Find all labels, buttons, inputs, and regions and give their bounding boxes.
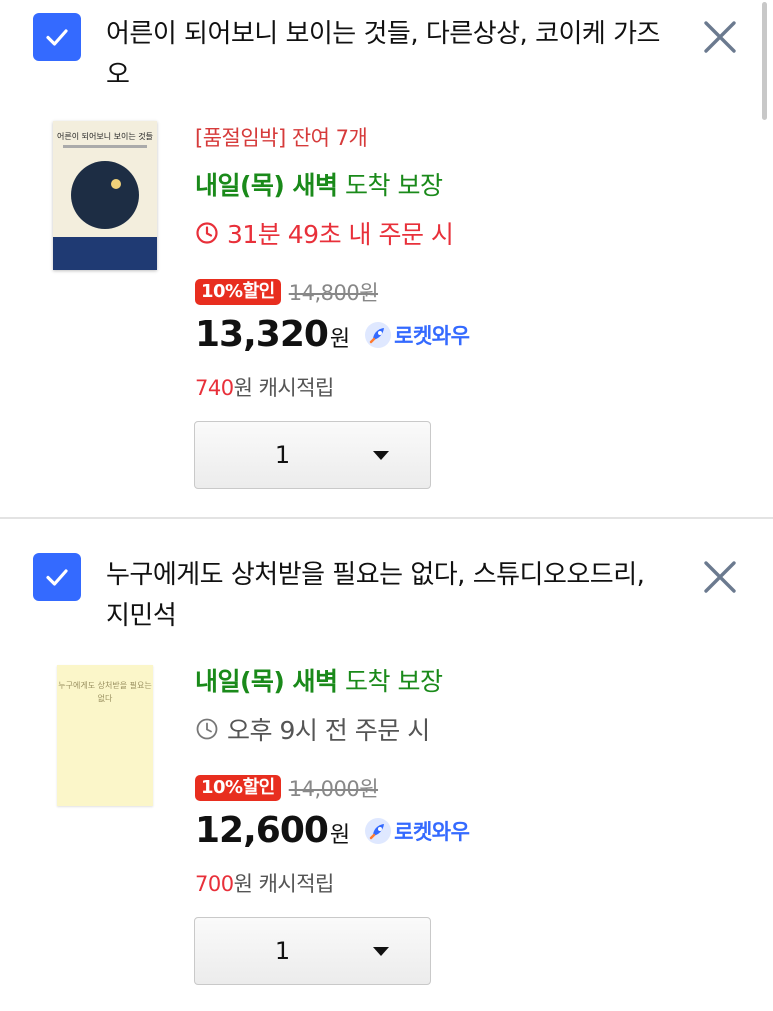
quantity-select[interactable]: 1 bbox=[194, 421, 431, 489]
stock-notice: [품절임박] 잔여 7개 bbox=[195, 126, 368, 150]
product-title[interactable]: 누구에게도 상처받을 필요는 없다, 스튜디오오드리, 지민석 bbox=[106, 555, 666, 637]
cover-subtitle-bar bbox=[63, 145, 147, 148]
original-price: 14,800원 bbox=[288, 281, 379, 305]
cashback-info: 740원 캐시적립 bbox=[195, 372, 334, 402]
delivery-date: 내일(목) 새벽 bbox=[195, 171, 338, 200]
check-icon bbox=[46, 569, 68, 586]
price-row: 12,600 원 로켓와우 bbox=[195, 810, 470, 851]
scrollbar[interactable] bbox=[762, 2, 767, 120]
membership-badge: 로켓와우 bbox=[364, 816, 470, 846]
cashback-info: 700원 캐시적립 bbox=[195, 868, 334, 898]
currency-unit: 원 bbox=[329, 327, 351, 352]
quantity-select[interactable]: 1 bbox=[194, 917, 431, 985]
cover-moon bbox=[111, 179, 121, 189]
currency-unit: 원 bbox=[329, 823, 351, 848]
product-title[interactable]: 어른이 되어보니 보이는 것들, 다른상상, 코이케 가즈오 bbox=[106, 14, 666, 96]
cover-title: 누구에게도 상처받을 필요는 없다 bbox=[58, 681, 152, 703]
price-row: 13,320 원 로켓와우 bbox=[195, 314, 470, 355]
cashback-amount: 700 bbox=[195, 872, 234, 896]
final-price: 13,320 bbox=[195, 314, 329, 355]
item-checkbox[interactable] bbox=[33, 553, 81, 601]
discount-row: 10%할인 14,800원 bbox=[195, 277, 379, 307]
cashback-label: 원 캐시적립 bbox=[233, 872, 335, 896]
close-icon bbox=[704, 21, 736, 53]
discount-row: 10%할인 14,000원 bbox=[195, 773, 379, 803]
product-image[interactable]: 누구에게도 상처받을 필요는 없다 bbox=[57, 665, 153, 806]
order-timer: 31분 49초 내 주문 시 bbox=[195, 215, 454, 251]
membership-label: 로켓와우 bbox=[394, 819, 470, 844]
discount-badge: 10%할인 bbox=[195, 775, 281, 801]
chevron-down-icon bbox=[373, 947, 389, 956]
quantity-value: 1 bbox=[274, 937, 291, 965]
rocket-icon bbox=[365, 817, 392, 844]
cashback-amount: 740 bbox=[195, 376, 234, 400]
membership-badge: 로켓와우 bbox=[364, 320, 470, 350]
cover-title: 어른이 되어보니 보이는 것들 bbox=[57, 132, 153, 141]
membership-label: 로켓와우 bbox=[394, 323, 470, 348]
item-checkbox[interactable] bbox=[33, 13, 81, 61]
cover-illustration bbox=[71, 161, 139, 229]
cover-band bbox=[53, 237, 157, 270]
delivery-promise: 내일(목) 새벽 도착 보장 bbox=[195, 166, 443, 202]
chevron-down-icon bbox=[373, 451, 389, 460]
original-price: 14,000원 bbox=[288, 777, 379, 801]
delivery-promise: 내일(목) 새벽 도착 보장 bbox=[195, 662, 443, 698]
order-timer-text: 31분 49초 내 주문 시 bbox=[227, 220, 454, 249]
cart-item: 어른이 되어보니 보이는 것들, 다른상상, 코이케 가즈오 어른이 되어보니 … bbox=[0, 0, 773, 518]
discount-badge: 10%할인 bbox=[195, 279, 281, 305]
quantity-value: 1 bbox=[274, 441, 291, 469]
final-price: 12,600 bbox=[195, 810, 329, 851]
order-timer: 오후 9시 전 주문 시 bbox=[195, 711, 430, 747]
product-image[interactable]: 어른이 되어보니 보이는 것들 bbox=[53, 121, 157, 270]
clock-icon bbox=[196, 718, 218, 740]
order-timer-text: 오후 9시 전 주문 시 bbox=[227, 716, 430, 745]
remove-item-button[interactable] bbox=[700, 17, 740, 57]
remove-item-button[interactable] bbox=[700, 557, 740, 597]
clock-icon bbox=[196, 222, 218, 244]
delivery-guarantee: 도착 보장 bbox=[337, 171, 443, 200]
close-icon bbox=[704, 561, 736, 593]
check-icon bbox=[46, 29, 68, 46]
cashback-label: 원 캐시적립 bbox=[233, 376, 335, 400]
delivery-guarantee: 도착 보장 bbox=[337, 667, 443, 696]
delivery-date: 내일(목) 새벽 bbox=[195, 667, 338, 696]
rocket-icon bbox=[365, 321, 392, 348]
